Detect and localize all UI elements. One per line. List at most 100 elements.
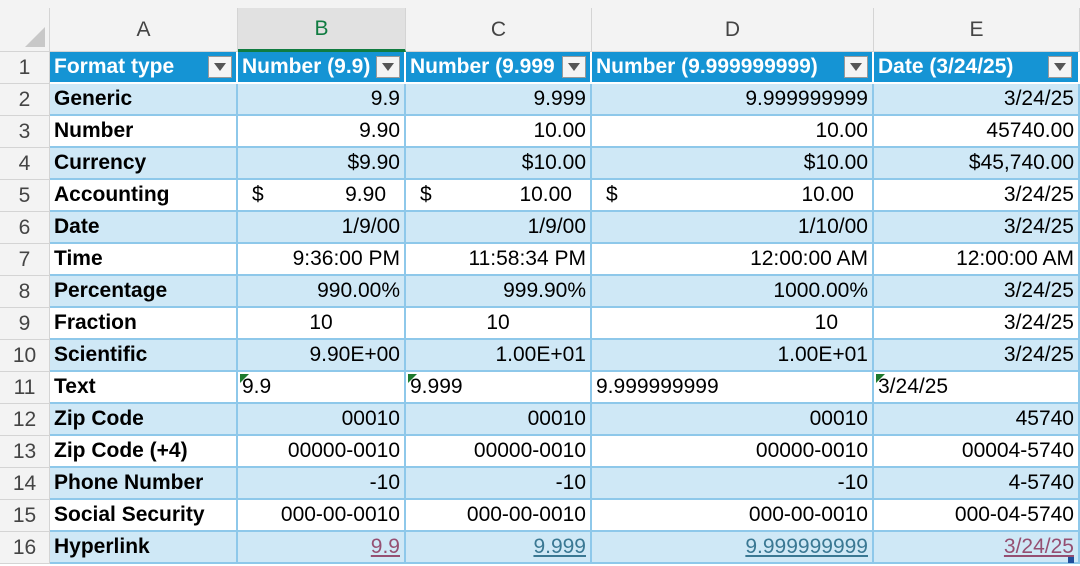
cell-c[interactable]: 00000-0010 (406, 436, 592, 468)
cell-d[interactable]: 1.00E+01 (592, 340, 874, 372)
cell-e[interactable]: 3/24/25 (874, 276, 1080, 308)
column-header-c[interactable]: C (406, 8, 592, 52)
cell-e[interactable]: 45740 (874, 404, 1080, 436)
error-indicator-icon[interactable] (240, 374, 249, 383)
cell-b[interactable]: 10 (238, 308, 406, 340)
row-label-cell[interactable]: Currency (50, 148, 238, 180)
row-label-cell[interactable]: Scientific (50, 340, 238, 372)
row-header-16[interactable]: 16 (0, 532, 50, 564)
cell-d[interactable]: -10 (592, 468, 874, 500)
cell-c[interactable]: 9.999 (406, 372, 592, 404)
row-label-cell[interactable]: Phone Number (50, 468, 238, 500)
cell-d[interactable]: 000-00-0010 (592, 500, 874, 532)
row-header-8[interactable]: 8 (0, 276, 50, 308)
cell-b[interactable]: 990.00% (238, 276, 406, 308)
row-header-5[interactable]: 5 (0, 180, 50, 212)
cell-c[interactable]: $ 10.00 (406, 180, 592, 212)
filter-dropdown-icon[interactable] (844, 56, 868, 78)
cell-d[interactable]: 10.00 (592, 116, 874, 148)
cell-b[interactable]: 000-00-0010 (238, 500, 406, 532)
cell-e[interactable]: 45740.00 (874, 116, 1080, 148)
cell-d[interactable]: 1/10/00 (592, 212, 874, 244)
column-header-b[interactable]: B (238, 8, 406, 52)
cell-e[interactable]: 3/24/25 (874, 308, 1080, 340)
cell-d[interactable]: $ 10.00 (592, 180, 874, 212)
cell-c[interactable]: 999.90% (406, 276, 592, 308)
cell-e[interactable]: 12:00:00 AM (874, 244, 1080, 276)
select-all-button[interactable] (0, 8, 50, 52)
row-header-7[interactable]: 7 (0, 244, 50, 276)
row-label-cell[interactable]: Hyperlink (50, 532, 238, 564)
cell-e[interactable]: 4-5740 (874, 468, 1080, 500)
row-label-cell[interactable]: Percentage (50, 276, 238, 308)
cell-c[interactable]: 10 (406, 308, 592, 340)
cell-b[interactable]: 1/9/00 (238, 212, 406, 244)
cell-c[interactable]: 9.999 (406, 84, 592, 116)
cell-c[interactable]: $10.00 (406, 148, 592, 180)
cell-b[interactable]: 9.9 (238, 84, 406, 116)
filter-dropdown-icon[interactable] (1048, 56, 1072, 78)
cell-e[interactable]: 3/24/25 (874, 340, 1080, 372)
cell-d[interactable]: $10.00 (592, 148, 874, 180)
cell-e[interactable]: 00004-5740 (874, 436, 1080, 468)
cell-c[interactable]: 11:58:34 PM (406, 244, 592, 276)
hyperlink-d[interactable]: 9.999999999 (592, 532, 874, 564)
cell-e[interactable]: $45,740.00 (874, 148, 1080, 180)
row-header-15[interactable]: 15 (0, 500, 50, 532)
cell-c[interactable]: 10.00 (406, 116, 592, 148)
row-header-9[interactable]: 9 (0, 308, 50, 340)
row-label-cell[interactable]: Fraction (50, 308, 238, 340)
row-label-cell[interactable]: Number (50, 116, 238, 148)
cell-c[interactable]: -10 (406, 468, 592, 500)
cell-e[interactable]: 000-04-5740 (874, 500, 1080, 532)
cell-b[interactable]: 9:36:00 PM (238, 244, 406, 276)
cell-d[interactable]: 9.999999999 (592, 372, 874, 404)
table-resize-handle[interactable] (1068, 557, 1074, 563)
cell-c[interactable]: 000-00-0010 (406, 500, 592, 532)
cell-b[interactable]: 9.9 (238, 372, 406, 404)
row-header-1[interactable]: 1 (0, 52, 50, 84)
cell-b[interactable]: $ 9.90 (238, 180, 406, 212)
header-cell-number-9-999999999[interactable]: Number (9.999999999) (592, 52, 874, 84)
filter-dropdown-icon[interactable] (562, 56, 586, 78)
row-header-3[interactable]: 3 (0, 116, 50, 148)
cell-e[interactable]: 3/24/25 (874, 372, 1080, 404)
cell-b[interactable]: $9.90 (238, 148, 406, 180)
row-header-6[interactable]: 6 (0, 212, 50, 244)
cell-b[interactable]: -10 (238, 468, 406, 500)
row-label-cell[interactable]: Zip Code (+4) (50, 436, 238, 468)
row-header-14[interactable]: 14 (0, 468, 50, 500)
cell-b[interactable]: 9.90 (238, 116, 406, 148)
column-header-d[interactable]: D (592, 8, 874, 52)
cell-b[interactable]: 00010 (238, 404, 406, 436)
row-header-4[interactable]: 4 (0, 148, 50, 180)
column-header-e[interactable]: E (874, 8, 1080, 52)
cell-c[interactable]: 00010 (406, 404, 592, 436)
cell-c[interactable]: 1/9/00 (406, 212, 592, 244)
cell-d[interactable]: 00000-0010 (592, 436, 874, 468)
row-label-cell[interactable]: Text (50, 372, 238, 404)
cell-d[interactable]: 1000.00% (592, 276, 874, 308)
column-header-a[interactable]: A (50, 8, 238, 52)
cell-b[interactable]: 00000-0010 (238, 436, 406, 468)
row-header-12[interactable]: 12 (0, 404, 50, 436)
row-label-cell[interactable]: Time (50, 244, 238, 276)
hyperlink-c[interactable]: 9.999 (406, 532, 592, 564)
cell-b[interactable]: 9.90E+00 (238, 340, 406, 372)
cell-e[interactable]: 3/24/25 (874, 180, 1080, 212)
row-label-cell[interactable]: Social Security (50, 500, 238, 532)
row-label-cell[interactable]: Generic (50, 84, 238, 116)
hyperlink-b[interactable]: 9.9 (238, 532, 406, 564)
row-label-cell[interactable]: Date (50, 212, 238, 244)
error-indicator-icon[interactable] (876, 374, 885, 383)
cell-d[interactable]: 9.999999999 (592, 84, 874, 116)
filter-dropdown-icon[interactable] (376, 56, 400, 78)
row-label-cell[interactable]: Accounting (50, 180, 238, 212)
row-header-11[interactable]: 11 (0, 372, 50, 404)
error-indicator-icon[interactable] (408, 374, 417, 383)
row-header-2[interactable]: 2 (0, 84, 50, 116)
filter-dropdown-icon[interactable] (208, 56, 232, 78)
row-header-13[interactable]: 13 (0, 436, 50, 468)
cell-d[interactable]: 10 (592, 308, 874, 340)
cell-e[interactable]: 3/24/25 (874, 212, 1080, 244)
